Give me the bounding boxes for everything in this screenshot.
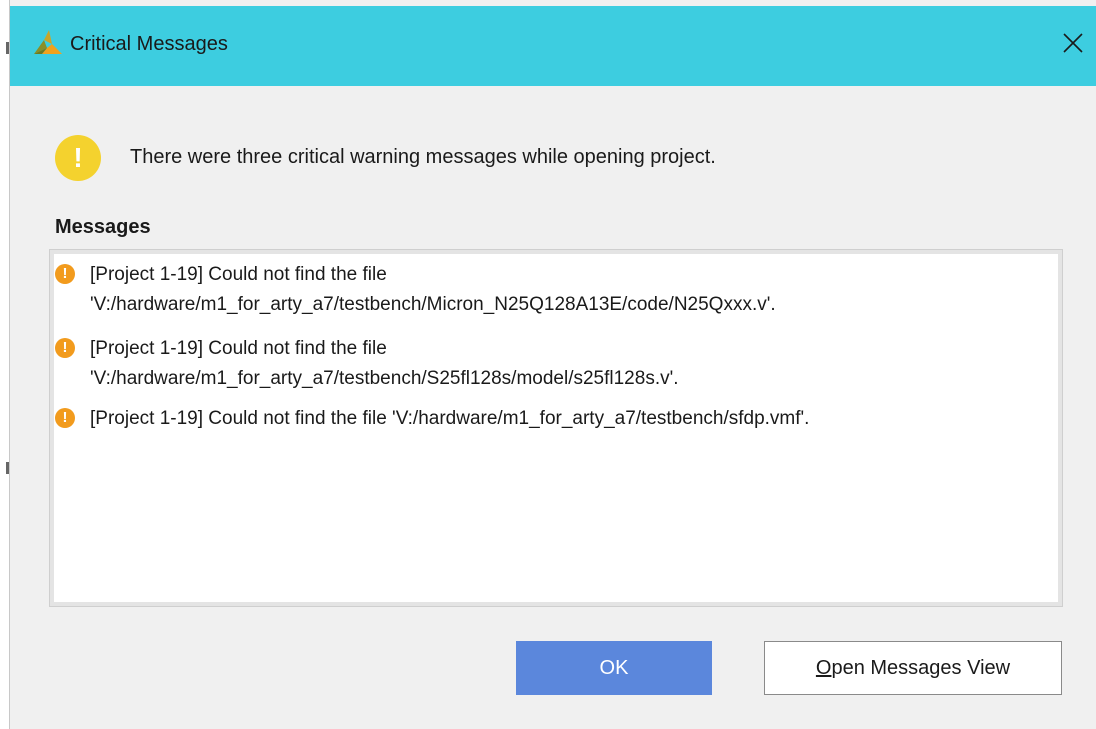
close-button[interactable]	[1050, 20, 1096, 66]
intro-message: There were three critical warning messag…	[130, 146, 716, 168]
background-edge-mark	[6, 42, 9, 54]
message-text: [Project 1-19] Could not find the file '…	[90, 264, 776, 315]
messages-list[interactable]: ! [Project 1-19] Could not find the file…	[49, 249, 1063, 607]
background-window-edge	[0, 0, 10, 729]
critical-warning-icon: !	[55, 264, 75, 284]
critical-warning-icon: !	[55, 338, 75, 358]
window-title: Critical Messages	[70, 33, 228, 55]
warning-icon: !	[55, 135, 101, 181]
vivado-logo-icon	[34, 30, 62, 54]
critical-messages-dialog: Critical Messages ! There were three cri…	[0, 0, 1096, 729]
title-bar[interactable]: Critical Messages	[10, 6, 1096, 86]
open-messages-view-label: pen Messages View	[831, 656, 1011, 679]
message-text: [Project 1-19] Could not find the file '…	[90, 338, 679, 389]
open-messages-view-button[interactable]: Open Messages View	[764, 641, 1062, 695]
message-item[interactable]: ! [Project 1-19] Could not find the file…	[54, 404, 1054, 434]
background-edge-mark	[6, 462, 9, 474]
critical-warning-icon: !	[55, 408, 75, 428]
close-icon	[1063, 33, 1083, 53]
message-item[interactable]: ! [Project 1-19] Could not find the file…	[54, 334, 1054, 394]
message-text: [Project 1-19] Could not find the file '…	[90, 408, 810, 429]
ok-button[interactable]: OK	[516, 641, 712, 695]
message-item[interactable]: ! [Project 1-19] Could not find the file…	[54, 260, 1054, 320]
messages-label: Messages	[55, 216, 151, 238]
mnemonic-letter: O	[815, 656, 832, 679]
